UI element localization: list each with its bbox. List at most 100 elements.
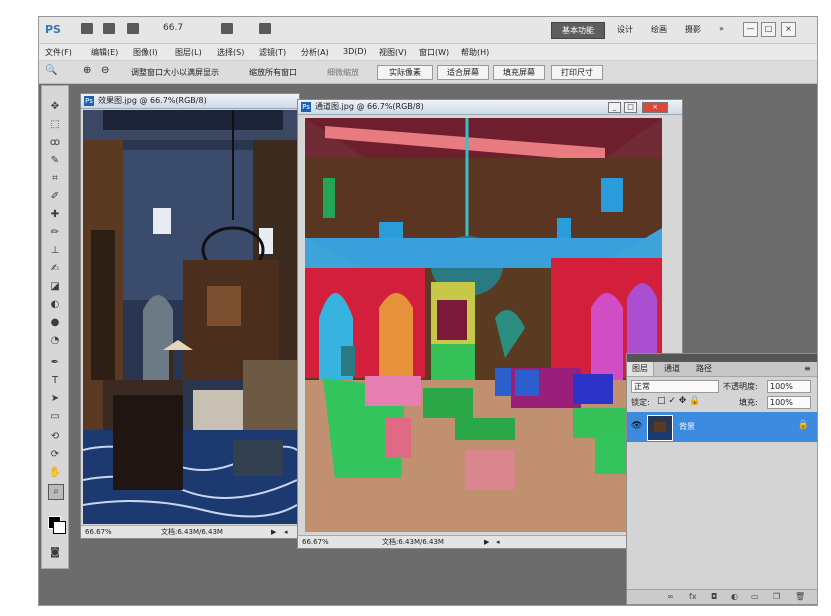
menu-analysis[interactable]: 分析(A) bbox=[301, 47, 329, 58]
view-extras-icon[interactable] bbox=[127, 23, 139, 34]
zoom-tool-active-icon[interactable]: ⌕ bbox=[48, 484, 64, 500]
minimize-button[interactable]: — bbox=[743, 22, 758, 37]
arrange-documents-icon[interactable] bbox=[221, 23, 233, 34]
document-window-render[interactable]: Ps 效果图.jpg @ 66.7%(RGB/8) 66.67% 文档:6.43… bbox=[80, 93, 300, 539]
document-zoom-channel[interactable]: 66.67% bbox=[302, 536, 329, 548]
screen-mode-icon[interactable] bbox=[259, 23, 271, 34]
lock-fill-row: 锁定: □ ✓ ✥ 🔒 填充: 100% bbox=[627, 394, 817, 410]
shape-tool-icon[interactable]: ▭ bbox=[48, 410, 62, 424]
tab-channels[interactable]: 通道 bbox=[659, 362, 685, 376]
adjustment-layer-icon[interactable]: ◐ bbox=[731, 592, 738, 601]
move-tool-icon[interactable]: ✥ bbox=[48, 100, 62, 114]
new-layer-icon[interactable]: ❐ bbox=[773, 592, 780, 601]
status-menu-arrow-icon[interactable]: ▶ bbox=[484, 536, 489, 548]
clone-stamp-tool-icon[interactable]: ⊥ bbox=[48, 244, 62, 258]
delete-layer-icon[interactable]: 🗑 bbox=[795, 592, 805, 601]
crop-tool-icon[interactable]: ⌗ bbox=[48, 172, 62, 186]
blur-tool-icon[interactable]: ● bbox=[48, 316, 62, 330]
document-tab-channel[interactable]: Ps 通道图.jpg @ 66.7%(RGB/8) _ □ × bbox=[298, 100, 682, 115]
3d-rotate-tool-icon[interactable]: ⟲ bbox=[48, 430, 62, 444]
scroll-right-icon[interactable]: ◂ bbox=[284, 526, 288, 538]
ps-document-icon: Ps bbox=[84, 96, 94, 106]
group-icon[interactable]: ▭ bbox=[751, 592, 759, 601]
fill-input[interactable]: 100% bbox=[767, 396, 811, 409]
menu-image[interactable]: 图像(I) bbox=[133, 47, 158, 58]
layer-mask-icon[interactable]: ◘ bbox=[711, 592, 717, 601]
menu-filter[interactable]: 滤镜(T) bbox=[259, 47, 286, 58]
zoom-all-windows-checkbox-label[interactable]: 缩放所有窗口 bbox=[249, 67, 297, 78]
document-size-channel[interactable]: 文档:6.43M/6.43M bbox=[382, 536, 444, 548]
workspace-more-link[interactable]: » bbox=[719, 24, 724, 33]
lock-icons[interactable]: □ ✓ ✥ 🔒 bbox=[657, 396, 700, 406]
document-tab-render[interactable]: Ps 效果图.jpg @ 66.7%(RGB/8) bbox=[81, 94, 299, 109]
workspace-photography-link[interactable]: 摄影 bbox=[685, 24, 701, 35]
eyedropper-tool-icon[interactable]: ✐ bbox=[48, 190, 62, 204]
fill-screen-button[interactable]: 填充屏幕 bbox=[493, 65, 545, 80]
launch-bridge-icon[interactable] bbox=[81, 23, 93, 34]
scroll-right-icon[interactable]: ◂ bbox=[496, 536, 500, 548]
fit-screen-button[interactable]: 适合屏幕 bbox=[437, 65, 489, 80]
zoom-tool-icon: 🔍 bbox=[45, 65, 58, 76]
opacity-input[interactable]: 100% bbox=[767, 380, 811, 393]
tab-paths[interactable]: 路径 bbox=[691, 362, 717, 376]
document-size-render[interactable]: 文档:6.43M/6.43M bbox=[161, 526, 223, 538]
path-select-tool-icon[interactable]: ➤ bbox=[48, 392, 62, 406]
3d-orbit-tool-icon[interactable]: ⟳ bbox=[48, 448, 62, 462]
zoom-in-icon[interactable]: ⊕ bbox=[83, 65, 91, 76]
visibility-eye-icon[interactable]: 👁 bbox=[631, 421, 642, 431]
resize-windows-checkbox-label[interactable]: 调整窗口大小以满屏显示 bbox=[131, 67, 219, 78]
hand-tool-icon[interactable]: ✋ bbox=[48, 466, 62, 480]
history-brush-tool-icon[interactable]: ✍ bbox=[48, 262, 62, 276]
mini-bridge-icon[interactable] bbox=[103, 23, 115, 34]
doc-minimize-button[interactable]: _ bbox=[608, 102, 621, 113]
menu-3d[interactable]: 3D(D) bbox=[343, 47, 367, 56]
canvas-render-image[interactable] bbox=[83, 110, 297, 524]
zoom-out-icon[interactable]: ⊖ bbox=[101, 65, 109, 76]
layer-name[interactable]: 背景 bbox=[679, 421, 695, 432]
quick-select-tool-icon[interactable]: ✎ bbox=[48, 154, 62, 168]
background-color-swatch[interactable] bbox=[53, 521, 66, 534]
layers-panel-header[interactable] bbox=[627, 354, 817, 362]
print-size-button[interactable]: 打印尺寸 bbox=[551, 65, 603, 80]
blend-mode-select[interactable]: 正常 bbox=[631, 380, 719, 393]
healing-brush-tool-icon[interactable]: ✚ bbox=[48, 208, 62, 222]
close-button[interactable]: × bbox=[781, 22, 796, 37]
workspace-painting-link[interactable]: 绘画 bbox=[651, 24, 667, 35]
scrubby-zoom-checkbox-label[interactable]: 细微缩放 bbox=[327, 67, 359, 78]
document-title-channel: 通道图.jpg @ 66.7%(RGB/8) bbox=[315, 102, 424, 111]
gradient-tool-icon[interactable]: ◐ bbox=[48, 298, 62, 312]
actual-pixels-button[interactable]: 实际像素 bbox=[377, 65, 433, 80]
layers-panel: 图层 通道 路径 ≡ 正常 不透明度: 100% 锁定: □ ✓ ✥ 🔒 填充:… bbox=[626, 353, 817, 605]
dodge-tool-icon[interactable]: ◔ bbox=[48, 334, 62, 348]
menu-layer[interactable]: 图层(L) bbox=[175, 47, 202, 58]
workspace-essentials-button[interactable]: 基本功能 bbox=[551, 22, 605, 39]
brush-tool-icon[interactable]: ✏ bbox=[48, 226, 62, 240]
doc-maximize-button[interactable]: □ bbox=[624, 102, 637, 113]
link-layers-icon[interactable]: ∞ bbox=[667, 592, 674, 601]
tab-layers[interactable]: 图层 bbox=[627, 362, 654, 376]
layer-thumbnail bbox=[647, 415, 673, 441]
maximize-button[interactable]: □ bbox=[761, 22, 776, 37]
quick-mask-icon[interactable]: ◙ bbox=[48, 546, 62, 560]
marquee-tool-icon[interactable]: ⬚ bbox=[48, 118, 62, 132]
menu-file[interactable]: 文件(F) bbox=[45, 47, 72, 58]
menu-select[interactable]: 选择(S) bbox=[217, 47, 244, 58]
workspace-design-link[interactable]: 设计 bbox=[617, 24, 633, 35]
lasso-tool-icon[interactable]: ꝏ bbox=[48, 136, 62, 150]
menu-view[interactable]: 视图(V) bbox=[379, 47, 407, 58]
canvas-channel-image[interactable] bbox=[305, 118, 662, 532]
menu-help[interactable]: 帮助(H) bbox=[461, 47, 489, 58]
menu-window[interactable]: 窗口(W) bbox=[419, 47, 449, 58]
layer-row-background[interactable]: 👁 背景 🔒 bbox=[627, 412, 817, 442]
zoom-level[interactable]: 66.7 bbox=[163, 23, 183, 33]
layers-panel-tabs: 图层 通道 路径 ≡ bbox=[627, 362, 817, 377]
layer-style-icon[interactable]: fx bbox=[689, 592, 697, 601]
menu-edit[interactable]: 编辑(E) bbox=[91, 47, 118, 58]
pen-tool-icon[interactable]: ✒ bbox=[48, 356, 62, 370]
eraser-tool-icon[interactable]: ◪ bbox=[48, 280, 62, 294]
doc-close-button[interactable]: × bbox=[642, 102, 668, 113]
type-tool-icon[interactable]: T bbox=[48, 374, 62, 388]
panel-menu-icon[interactable]: ≡ bbox=[799, 362, 816, 376]
status-menu-arrow-icon[interactable]: ▶ bbox=[271, 526, 276, 538]
document-zoom-render[interactable]: 66.67% bbox=[85, 526, 112, 538]
